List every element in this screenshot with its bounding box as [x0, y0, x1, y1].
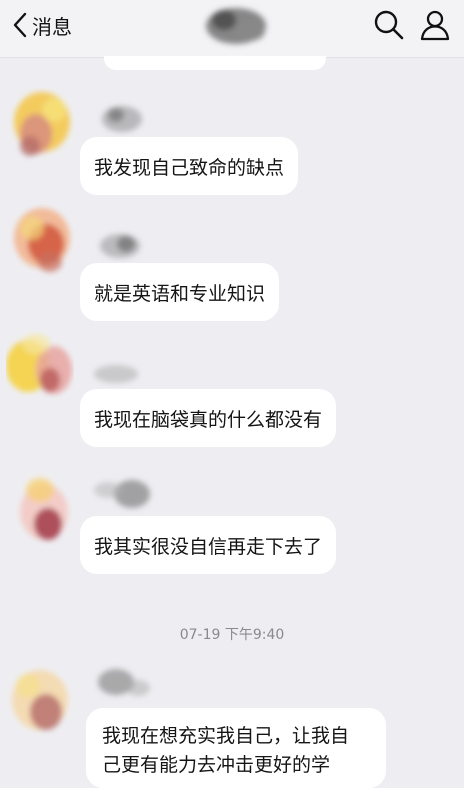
- sender-name-redacted: [98, 669, 150, 696]
- chevron-left-icon: [13, 12, 27, 38]
- message-timestamp: 07-19 下午9:40: [179, 627, 285, 643]
- sender-name-redacted: [94, 365, 138, 383]
- sender-name-redacted: [94, 480, 150, 508]
- top-navigation-bar: 消息: [0, 0, 464, 58]
- contact-name-redacted: [206, 8, 266, 44]
- sender-avatar[interactable]: [6, 664, 74, 738]
- back-button[interactable]: 消息: [10, 10, 72, 40]
- message-bubble[interactable]: 就是英语和专业知识: [80, 263, 280, 321]
- sender-avatar[interactable]: [6, 88, 74, 162]
- sender-name-redacted: [100, 234, 140, 258]
- message-line: 己更有能力去冲击更好的学: [102, 754, 331, 776]
- sender-avatar[interactable]: [6, 330, 74, 404]
- message-bubble-multiline[interactable]: 我现在想充实我自己，让我自 己更有能力去冲击更好的学: [86, 708, 386, 788]
- person-icon[interactable]: [418, 8, 452, 42]
- message-bubble[interactable]: 我发现自己致命的缺点: [80, 137, 299, 195]
- back-label: 消息: [32, 14, 72, 39]
- message-bubble[interactable]: 我其实很没自信再走下去了: [80, 516, 337, 574]
- sender-avatar[interactable]: [6, 472, 74, 546]
- message-bubble[interactable]: 我现在脑袋真的什么都没有: [80, 389, 337, 447]
- sender-name-redacted: [102, 106, 142, 132]
- sender-avatar[interactable]: [6, 204, 74, 278]
- search-icon[interactable]: [372, 8, 406, 42]
- previous-message-bubble-edge: [104, 56, 326, 70]
- message-line: 我现在想充实我自己，让我自: [102, 725, 350, 747]
